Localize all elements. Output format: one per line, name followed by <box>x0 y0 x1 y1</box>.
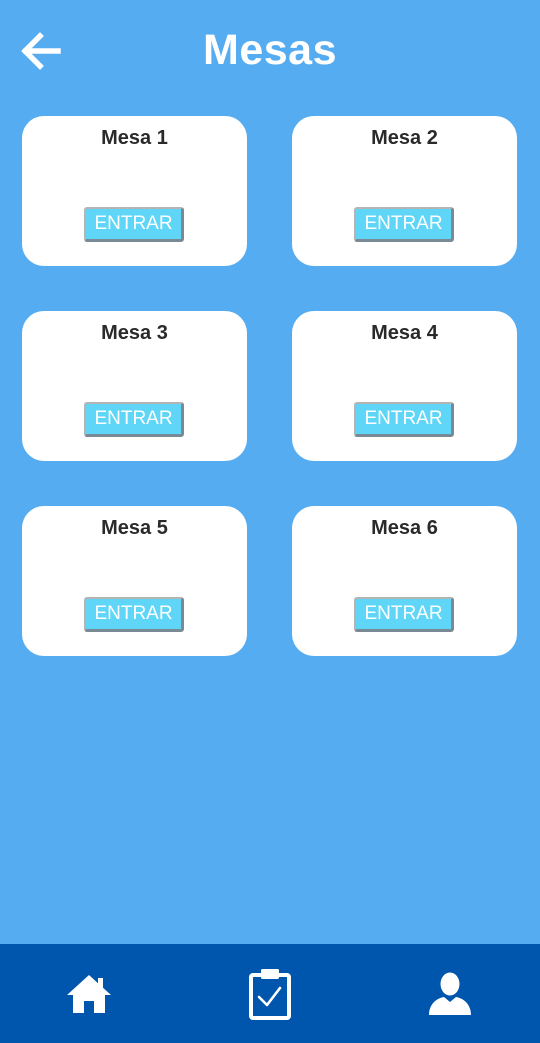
user-icon <box>429 972 471 1015</box>
table-name: Mesa 6 <box>371 517 438 539</box>
table-card-5: Mesa 5 ENTRAR <box>22 506 247 656</box>
enter-button-mesa-2[interactable]: ENTRAR <box>354 207 454 242</box>
table-card-6: Mesa 6 ENTRAR <box>292 506 517 656</box>
table-card-3: Mesa 3 ENTRAR <box>22 311 247 461</box>
enter-button-mesa-5[interactable]: ENTRAR <box>84 597 184 632</box>
enter-button-mesa-1[interactable]: ENTRAR <box>84 207 184 242</box>
nav-orders[interactable] <box>210 944 330 1043</box>
table-name: Mesa 2 <box>371 127 438 149</box>
enter-button-mesa-4[interactable]: ENTRAR <box>354 402 454 437</box>
table-card-1: Mesa 1 ENTRAR <box>22 116 247 266</box>
enter-button-mesa-3[interactable]: ENTRAR <box>84 402 184 437</box>
home-icon <box>67 974 111 1013</box>
table-name: Mesa 3 <box>101 322 168 344</box>
table-card-4: Mesa 4 ENTRAR <box>292 311 517 461</box>
table-name: Mesa 1 <box>101 127 168 149</box>
table-name: Mesa 4 <box>371 322 438 344</box>
clipboard-check-icon <box>249 968 291 1020</box>
table-name: Mesa 5 <box>101 517 168 539</box>
enter-button-mesa-6[interactable]: ENTRAR <box>354 597 454 632</box>
bottom-navigation <box>0 944 540 1043</box>
nav-profile[interactable] <box>390 944 510 1043</box>
table-card-2: Mesa 2 ENTRAR <box>292 116 517 266</box>
nav-home[interactable] <box>29 944 149 1043</box>
tables-grid: Mesa 1 ENTRAR Mesa 2 ENTRAR Mesa 3 ENTRA… <box>0 0 540 940</box>
